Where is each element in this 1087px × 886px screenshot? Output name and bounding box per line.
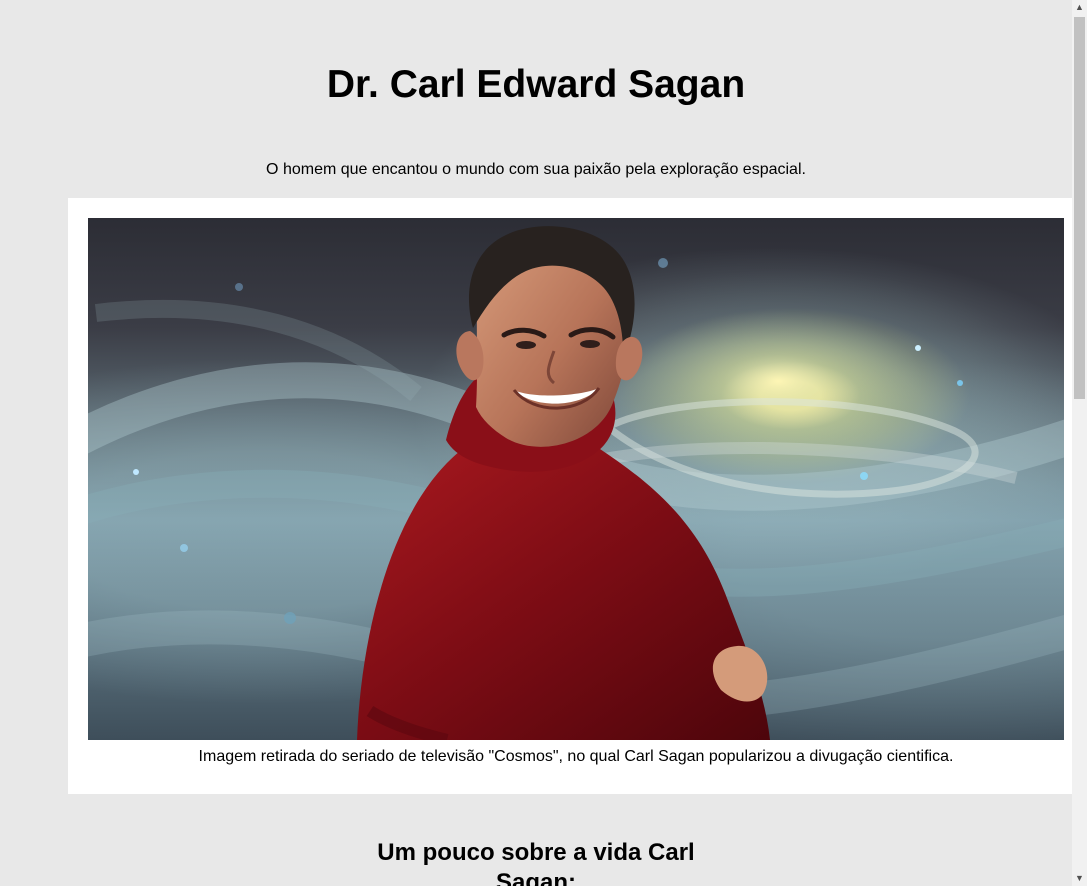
image-caption: Imagem retirada do seriado de televisão … xyxy=(198,748,954,765)
scrollbar-thumb[interactable] xyxy=(1074,17,1085,399)
tribute-page: Dr. Carl Edward Sagan O homem que encant… xyxy=(0,0,1072,886)
scroll-down-icon[interactable]: ▼ xyxy=(1072,871,1087,886)
scroll-up-icon[interactable]: ▲ xyxy=(1072,0,1087,15)
browser-page: Dr. Carl Edward Sagan O homem que encant… xyxy=(0,0,1087,886)
page-title: Dr. Carl Edward Sagan xyxy=(326,63,746,106)
page-subtitle: O homem que encantou o mundo com sua pai… xyxy=(266,161,806,178)
portrait-photo-icon xyxy=(88,226,1064,740)
vertical-scrollbar[interactable]: ▲ ▼ xyxy=(1072,0,1087,886)
section-heading: Um pouco sobre a vida Carl Sagan: xyxy=(377,839,695,886)
carl-sagan-photo xyxy=(88,218,1064,740)
image-figure: Imagem retirada do seriado de televisão … xyxy=(68,198,1072,794)
